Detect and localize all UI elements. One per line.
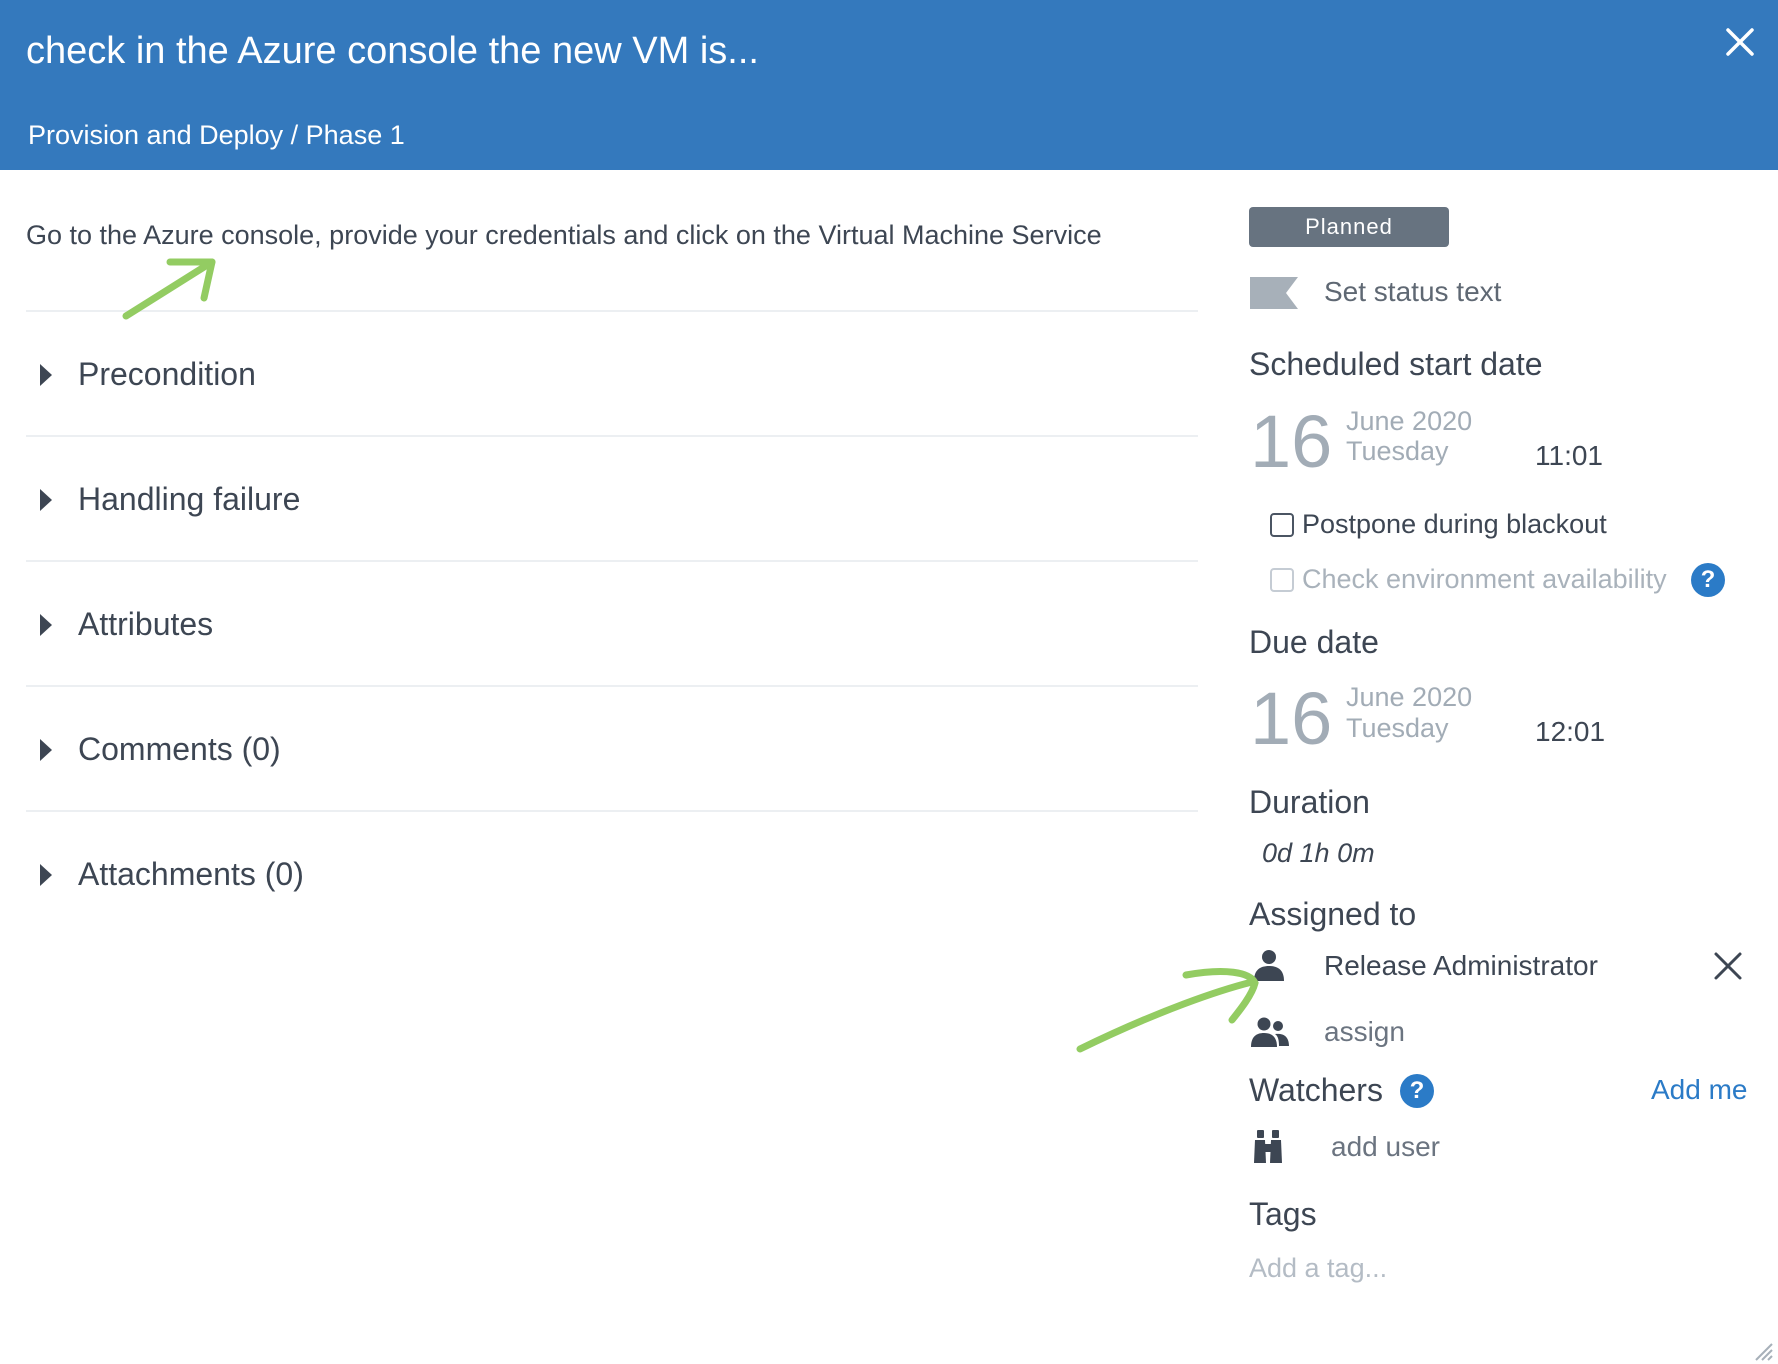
remove-assignee-icon[interactable] — [1712, 950, 1744, 982]
team-icon — [1251, 1017, 1289, 1047]
close-icon[interactable] — [1720, 22, 1760, 62]
check-env-label: Check environment availability — [1302, 564, 1667, 594]
section-label: Attributes — [78, 606, 214, 642]
section-attachments[interactable]: Attachments (0) — [26, 810, 1198, 935]
watchers-help-icon[interactable]: ? — [1400, 1074, 1434, 1108]
due-month-year[interactable]: June 2020 — [1346, 682, 1472, 713]
section-label: Comments (0) — [78, 731, 281, 767]
scheduled-start-heading: Scheduled start date — [1249, 346, 1543, 382]
flag-icon[interactable] — [1250, 277, 1298, 309]
duration-value[interactable]: 0d 1h 0m — [1262, 838, 1375, 869]
section-precondition[interactable]: Precondition — [26, 310, 1198, 435]
assigned-to-heading: Assigned to — [1249, 896, 1417, 932]
binoculars-icon — [1254, 1130, 1282, 1163]
start-month-year[interactable]: June 2020 — [1346, 406, 1472, 437]
caret-right-icon — [40, 614, 52, 636]
due-time[interactable]: 12:01 — [1535, 716, 1605, 748]
check-env-checkbox[interactable] — [1270, 568, 1294, 592]
due-day[interactable]: 16 — [1250, 682, 1332, 756]
task-title[interactable]: check in the Azure console the new VM is… — [26, 30, 759, 73]
duration-heading: Duration — [1249, 784, 1370, 820]
section-label: Handling failure — [78, 481, 301, 517]
postpone-checkbox[interactable] — [1270, 513, 1294, 537]
help-icon[interactable]: ? — [1691, 563, 1725, 597]
section-handling-failure[interactable]: Handling failure — [26, 435, 1198, 560]
postpone-label[interactable]: Postpone during blackout — [1302, 509, 1607, 540]
add-user-link[interactable]: add user — [1331, 1131, 1440, 1163]
breadcrumb: Provision and Deploy / Phase 1 — [28, 120, 405, 150]
annotation-arrow-assignee — [1076, 968, 1259, 1053]
task-description[interactable]: Go to the Azure console, provide your cr… — [26, 220, 1102, 251]
caret-right-icon — [40, 739, 52, 761]
assignee-name[interactable]: Release Administrator — [1324, 950, 1598, 982]
caret-right-icon — [40, 489, 52, 511]
assign-link[interactable]: assign — [1324, 1016, 1405, 1048]
section-comments[interactable]: Comments (0) — [26, 685, 1198, 810]
dialog-header: check in the Azure console the new VM is… — [0, 0, 1778, 170]
tags-heading: Tags — [1249, 1196, 1317, 1232]
annotation-arrow-description — [122, 258, 216, 320]
section-label: Attachments (0) — [78, 856, 304, 892]
caret-right-icon — [40, 864, 52, 886]
add-me-link[interactable]: Add me — [1651, 1074, 1748, 1106]
start-time[interactable]: 11:01 — [1535, 440, 1603, 472]
caret-right-icon — [40, 364, 52, 386]
set-status-text-link[interactable]: Set status text — [1324, 276, 1501, 308]
start-day[interactable]: 16 — [1250, 405, 1332, 479]
user-icon — [1254, 950, 1284, 981]
tag-input[interactable] — [1249, 1250, 1549, 1286]
due-date-heading: Due date — [1249, 624, 1379, 660]
section-label: Precondition — [78, 356, 256, 392]
watchers-heading: Watchers — [1249, 1072, 1383, 1108]
section-attributes[interactable]: Attributes — [26, 560, 1198, 685]
resize-handle-icon[interactable] — [1752, 1340, 1774, 1362]
start-weekday: Tuesday — [1346, 436, 1449, 466]
status-badge: Planned — [1249, 207, 1449, 247]
due-weekday: Tuesday — [1346, 713, 1449, 743]
